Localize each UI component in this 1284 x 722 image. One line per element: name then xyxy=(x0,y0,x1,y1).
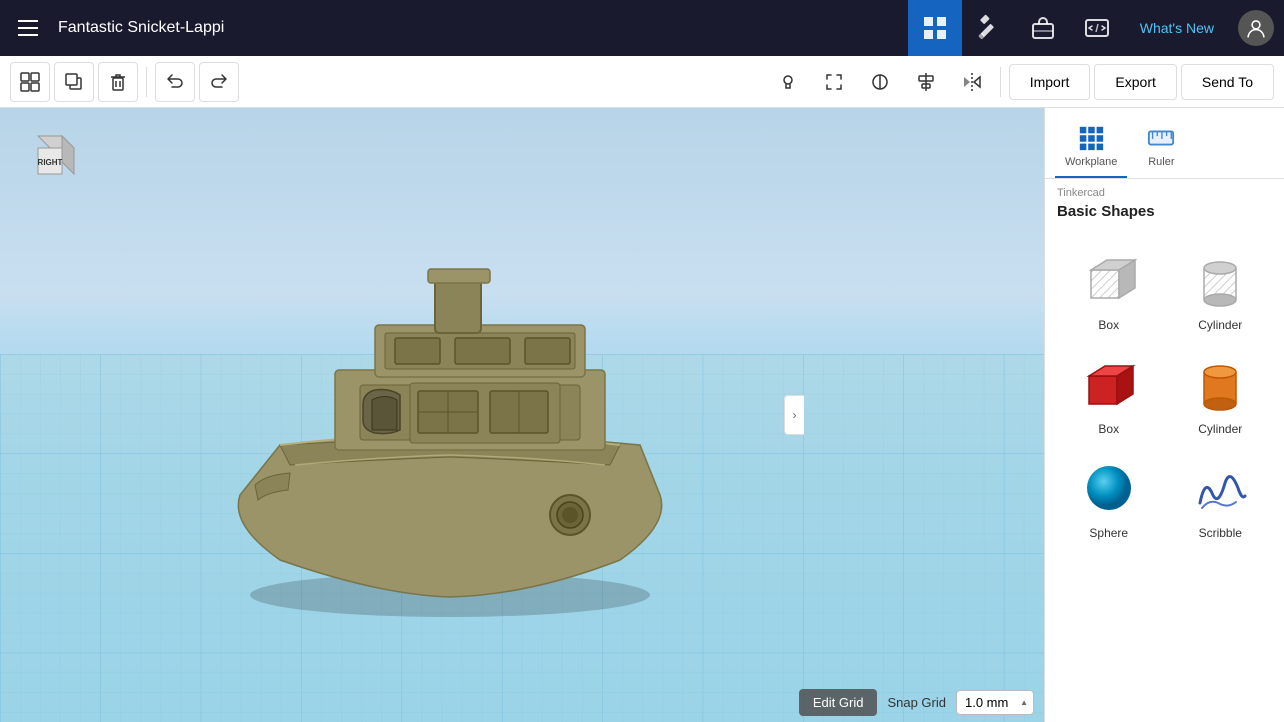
align-button[interactable] xyxy=(906,62,946,102)
ungroup-button[interactable] xyxy=(860,62,900,102)
shape-preview-sphere-blue xyxy=(1077,456,1141,520)
ruler-tab-label: Ruler xyxy=(1148,156,1174,168)
shape-label-cylinder-gray: Cylinder xyxy=(1198,318,1242,332)
undo-button[interactable] xyxy=(155,62,195,102)
shape-preview-cylinder-orange xyxy=(1188,352,1252,416)
mirror-button[interactable] xyxy=(952,62,992,102)
add-shape-button[interactable] xyxy=(10,62,50,102)
right-panel: Workplane Ruler Tinkercad Basic Shapes xyxy=(1044,108,1284,722)
3d-viewport[interactable]: RIGHT › Edit Grid Snap Grid 1.0 mm 0.5 m… xyxy=(0,108,1044,722)
menu-icon[interactable] xyxy=(10,10,46,46)
shape-item-box-red[interactable]: Box xyxy=(1053,342,1165,446)
shape-item-scribble[interactable]: Scribble xyxy=(1165,446,1277,550)
tab-ruler[interactable]: Ruler xyxy=(1137,116,1185,178)
snap-grid-wrapper: 1.0 mm 0.5 mm 0.1 mm 2.0 mm xyxy=(956,690,1034,715)
main-area: RIGHT › Edit Grid Snap Grid 1.0 mm 0.5 m… xyxy=(0,108,1284,722)
shape-item-box-gray[interactable]: Box xyxy=(1053,238,1165,342)
send-to-button[interactable]: Send To xyxy=(1181,64,1274,100)
export-button[interactable]: Export xyxy=(1094,64,1176,100)
boat-model xyxy=(180,205,760,625)
nav-codeblocks-button[interactable] xyxy=(1070,0,1124,56)
panel-brand-label: Tinkercad xyxy=(1045,179,1284,203)
nav-build-button[interactable] xyxy=(962,0,1016,56)
shape-item-cylinder-orange[interactable]: Cylinder xyxy=(1165,342,1277,446)
nav-right: What's New xyxy=(908,0,1274,56)
shape-preview-box-red xyxy=(1077,352,1141,416)
user-avatar-button[interactable] xyxy=(1238,10,1274,46)
import-button[interactable]: Import xyxy=(1009,64,1091,100)
redo-button[interactable] xyxy=(199,62,239,102)
lighting-button[interactable] xyxy=(768,62,808,102)
snap-grid-select[interactable]: 1.0 mm 0.5 mm 0.1 mm 2.0 mm xyxy=(956,690,1034,715)
toolbar: Import Export Send To xyxy=(0,56,1284,108)
group-button[interactable] xyxy=(814,62,854,102)
toolbar-right: Import Export Send To xyxy=(768,62,1274,102)
shape-preview-box-gray xyxy=(1077,248,1141,312)
nav-3d-view-button[interactable] xyxy=(908,0,962,56)
panel-tabs: Workplane Ruler xyxy=(1045,108,1284,179)
panel-collapse-button[interactable]: › xyxy=(784,395,804,435)
shape-label-box-gray: Box xyxy=(1098,318,1119,332)
shape-item-sphere-blue[interactable]: Sphere xyxy=(1053,446,1165,550)
shape-label-scribble: Scribble xyxy=(1199,526,1242,540)
shapes-grid: Box Cylinder xyxy=(1045,230,1284,558)
delete-button[interactable] xyxy=(98,62,138,102)
panel-section-title: Basic Shapes xyxy=(1045,203,1284,230)
boat-svg xyxy=(180,205,760,625)
project-title: Fantastic Snicket-Lappi xyxy=(58,19,908,37)
toolbar-separator-2 xyxy=(1000,67,1001,97)
top-navigation: Fantastic Snicket-Lappi xyxy=(0,0,1284,56)
workplane-tab-label: Workplane xyxy=(1065,156,1117,168)
duplicate-button[interactable] xyxy=(54,62,94,102)
whats-new-button[interactable]: What's New xyxy=(1124,0,1230,56)
shape-label-sphere-blue: Sphere xyxy=(1089,526,1128,540)
toolbar-view-icons xyxy=(768,62,992,102)
shape-preview-cylinder-gray xyxy=(1188,248,1252,312)
snap-grid-label: Snap Grid xyxy=(887,695,946,710)
shape-preview-scribble xyxy=(1188,456,1252,520)
svg-text:RIGHT: RIGHT xyxy=(38,158,63,167)
bottom-bar: Edit Grid Snap Grid 1.0 mm 0.5 mm 0.1 mm… xyxy=(799,683,1034,722)
toolbar-separator-1 xyxy=(146,67,147,97)
edit-grid-button[interactable]: Edit Grid xyxy=(799,689,878,716)
shape-label-box-red: Box xyxy=(1098,422,1119,436)
nav-learn-button[interactable] xyxy=(1016,0,1070,56)
shape-label-cylinder-orange: Cylinder xyxy=(1198,422,1242,436)
shape-item-cylinder-gray[interactable]: Cylinder xyxy=(1165,238,1277,342)
tab-workplane[interactable]: Workplane xyxy=(1055,116,1127,178)
orientation-cube[interactable]: RIGHT xyxy=(20,128,80,188)
